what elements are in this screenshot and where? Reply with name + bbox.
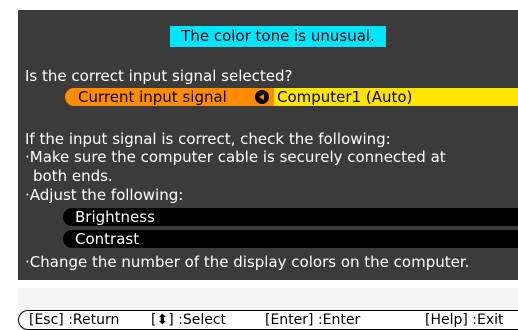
- enter-arrow-icon: [255, 90, 269, 104]
- adjust-item-label: Contrast: [75, 230, 140, 248]
- esc-return-hint: [Esc] :Return: [29, 312, 120, 328]
- adjust-item-label: Brightness: [75, 208, 155, 226]
- help-exit-hint: [Help] :Exit: [425, 312, 504, 328]
- current-input-signal-row[interactable]: Current input signal Computer1 (Auto): [65, 88, 518, 106]
- select-hint: [⬍] :Select: [151, 312, 227, 328]
- enter-hint: [Enter] :Enter: [265, 312, 361, 328]
- display-colors-tip: ·Change the number of the display colors…: [25, 253, 470, 271]
- input-question: Is the correct input signal selected?: [25, 67, 293, 85]
- input-signal-value-box[interactable]: Computer1 (Auto): [274, 88, 518, 106]
- check-intro-text: If the input signal is correct, check th…: [25, 130, 391, 148]
- cable-instruction-line2: both ends.: [33, 167, 113, 185]
- current-input-signal-label: Current input signal: [78, 88, 227, 106]
- adjust-intro-text: ·Adjust the following:: [25, 186, 184, 204]
- help-line: [Esc] :Return [⬍] :Select [Enter] :Enter…: [18, 310, 518, 330]
- input-signal-value: Computer1 (Auto): [277, 88, 413, 106]
- cable-instruction-line1: ·Make sure the computer cable is securel…: [25, 148, 446, 166]
- dialog-title: The color tone is unusual.: [170, 26, 386, 47]
- adjust-item-contrast[interactable]: Contrast: [63, 230, 518, 248]
- adjust-item-brightness[interactable]: Brightness: [63, 208, 518, 226]
